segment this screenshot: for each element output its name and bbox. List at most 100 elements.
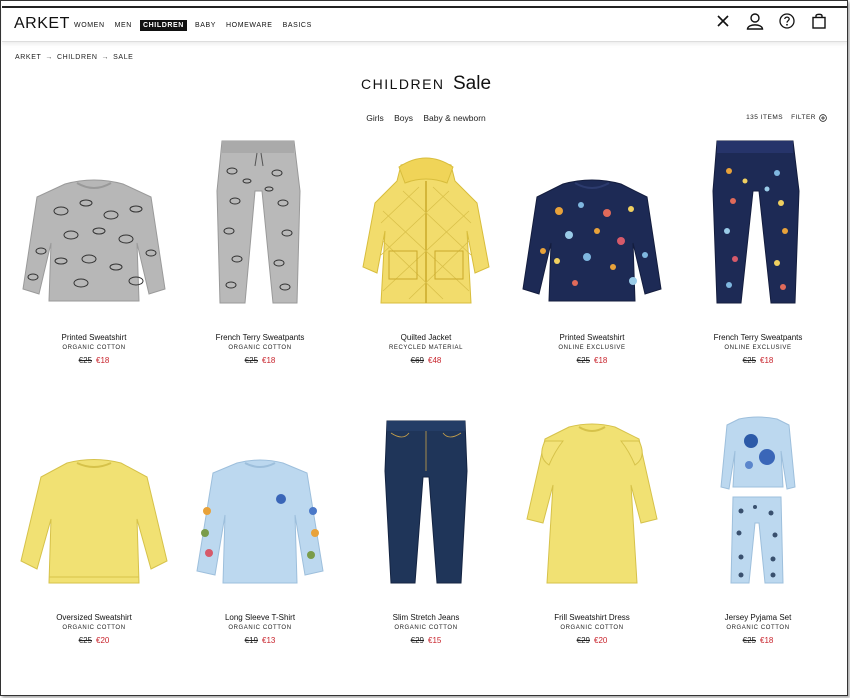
original-price: €25 (742, 636, 756, 645)
product-image-sweatshirt-navy[interactable] (509, 131, 675, 331)
bag-icon[interactable] (810, 12, 828, 30)
breadcrumb-arrow-icon: → (45, 54, 53, 61)
product-card[interactable]: Quilted Jacket RECYCLED MATERIAL €69 €48 (343, 131, 509, 365)
page-title: CHILDREN Sale (1, 73, 847, 95)
subnav-baby-newborn[interactable]: Baby & newborn (423, 113, 485, 123)
product-name[interactable]: French Terry Sweatpants (177, 333, 343, 342)
subnav-boys[interactable]: Boys (394, 113, 413, 123)
sale-price: €18 (760, 356, 774, 365)
product-name[interactable]: Long Sleeve T-Shirt (177, 613, 343, 622)
product-price: €25 €18 (675, 356, 841, 365)
product-tag: ONLINE EXCLUSIVE (724, 345, 792, 351)
product-card[interactable]: Frill Sweatshirt Dress ORGANIC COTTON €2… (509, 411, 675, 645)
header-icons (714, 12, 828, 30)
sale-price: €18 (262, 356, 276, 365)
product-tag: ORGANIC COTTON (62, 625, 126, 631)
product-name[interactable]: Frill Sweatshirt Dress (509, 613, 675, 622)
sale-price: €20 (96, 636, 110, 645)
breadcrumb-arket[interactable]: ARKET (15, 54, 41, 61)
product-price: €25 €18 (177, 356, 343, 365)
nav-children[interactable]: CHILDREN (139, 20, 187, 31)
nav-baby[interactable]: BABY (193, 20, 218, 31)
sale-price: €18 (96, 356, 110, 365)
original-price: €29 (576, 636, 590, 645)
original-price: €25 (742, 356, 756, 365)
original-price: €69 (410, 356, 424, 365)
product-image-long-sleeve-tshirt[interactable] (177, 411, 343, 611)
product-image-oversized-sweatshirt[interactable] (11, 411, 177, 611)
brand-logo[interactable]: ARKET (14, 15, 70, 33)
product-price: €69 €48 (343, 356, 509, 365)
product-tag: ORGANIC COTTON (228, 625, 292, 631)
site-header: ARKET WOMEN MEN CHILDREN BABY HOMEWARE B… (2, 6, 847, 42)
sale-price: €15 (428, 636, 442, 645)
product-image-sweatpants-navy[interactable] (675, 131, 841, 331)
product-tag: ORGANIC COTTON (62, 345, 126, 351)
sale-price: €48 (428, 356, 442, 365)
nav-basics[interactable]: BASICS (281, 20, 314, 31)
product-name[interactable]: Slim Stretch Jeans (343, 613, 509, 622)
help-icon[interactable] (778, 12, 796, 30)
close-icon[interactable] (714, 12, 732, 30)
product-name[interactable]: Printed Sweatshirt (11, 333, 177, 342)
product-image-frill-dress[interactable] (509, 411, 675, 611)
product-card[interactable]: Slim Stretch Jeans ORGANIC COTTON €29 €15 (343, 411, 509, 645)
nav-women[interactable]: WOMEN (72, 20, 107, 31)
breadcrumb-children[interactable]: CHILDREN (57, 54, 98, 61)
filter-label: FILTER (791, 114, 816, 121)
product-tag: ORGANIC COTTON (560, 625, 624, 631)
original-price: €19 (244, 636, 258, 645)
original-price: €25 (78, 636, 92, 645)
product-name[interactable]: French Terry Sweatpants (675, 333, 841, 342)
product-card[interactable]: French Terry Sweatpants ONLINE EXCLUSIVE… (675, 131, 841, 365)
plus-circle-icon (819, 114, 827, 122)
product-tag: ORGANIC COTTON (394, 625, 458, 631)
product-card[interactable]: Printed Sweatshirt ONLINE EXCLUSIVE €25 €… (509, 131, 675, 365)
page-title-category: CHILDREN (360, 76, 445, 92)
breadcrumb: ARKET → CHILDREN → SALE (15, 54, 133, 61)
original-price: €25 (576, 356, 590, 365)
main-nav: WOMEN MEN CHILDREN BABY HOMEWARE BASICS (72, 20, 314, 31)
sale-price: €18 (760, 636, 774, 645)
sale-price: €18 (594, 356, 608, 365)
original-price: €25 (78, 356, 92, 365)
item-count: 135 ITEMS (746, 114, 784, 121)
breadcrumb-sale: SALE (113, 54, 134, 61)
product-image-sweatshirt-grey[interactable] (11, 131, 177, 331)
product-image-pyjama-set[interactable] (675, 411, 841, 611)
filter-button[interactable]: FILTER (791, 114, 827, 122)
product-card[interactable]: Oversized Sweatshirt ORGANIC COTTON €25 €… (11, 411, 177, 645)
product-name[interactable]: Oversized Sweatshirt (11, 613, 177, 622)
subnav-girls[interactable]: Girls (366, 113, 383, 123)
product-price: €25 €20 (11, 636, 177, 645)
product-card[interactable]: French Terry Sweatpants ORGANIC COTTON €… (177, 131, 343, 365)
product-tag: ONLINE EXCLUSIVE (558, 345, 626, 351)
product-name[interactable]: Jersey Pyjama Set (675, 613, 841, 622)
product-tag: ORGANIC COTTON (726, 625, 790, 631)
nav-men[interactable]: MEN (113, 20, 134, 31)
product-price: €25 €18 (675, 636, 841, 645)
product-card[interactable]: Jersey Pyjama Set ORGANIC COTTON €25 €18 (675, 411, 841, 645)
product-name[interactable]: Quilted Jacket (343, 333, 509, 342)
sale-price: €20 (594, 636, 608, 645)
sale-price: €13 (262, 636, 276, 645)
product-tag: ORGANIC COTTON (228, 345, 292, 351)
product-image-quilted-jacket[interactable] (343, 131, 509, 331)
original-price: €25 (244, 356, 258, 365)
product-image-sweatpants-grey[interactable] (177, 131, 343, 331)
product-price: €29 €20 (509, 636, 675, 645)
product-card[interactable]: Long Sleeve T-Shirt ORGANIC COTTON €19 €1… (177, 411, 343, 645)
page-title-section: Sale (453, 73, 492, 94)
product-card[interactable]: Printed Sweatshirt ORGANIC COTTON €25 €18 (11, 131, 177, 365)
original-price: €29 (410, 636, 424, 645)
product-price: €25 €18 (509, 356, 675, 365)
nav-homeware[interactable]: HOMEWARE (224, 20, 275, 31)
product-tag: RECYCLED MATERIAL (388, 345, 464, 351)
product-image-slim-jeans[interactable] (343, 411, 509, 611)
product-price: €29 €15 (343, 636, 509, 645)
page-frame: ARKET WOMEN MEN CHILDREN BABY HOMEWARE B… (0, 0, 848, 696)
product-name[interactable]: Printed Sweatshirt (509, 333, 675, 342)
product-price: €25 €18 (11, 356, 177, 365)
user-icon[interactable] (746, 12, 764, 30)
product-price: €19 €13 (177, 636, 343, 645)
